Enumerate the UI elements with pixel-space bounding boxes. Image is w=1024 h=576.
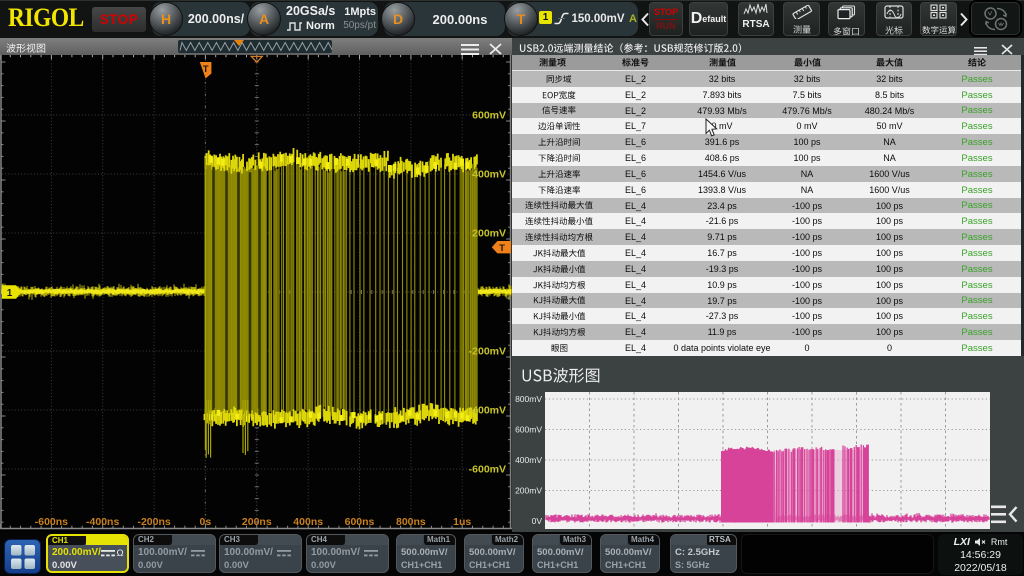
svg-text:T: T bbox=[203, 64, 209, 75]
svg-text:200ns: 200ns bbox=[242, 516, 272, 528]
svg-text:200mV: 200mV bbox=[515, 486, 542, 496]
svg-text:1: 1 bbox=[7, 288, 13, 299]
svg-text:400ns: 400ns bbox=[293, 516, 323, 528]
svg-text:-400ns: -400ns bbox=[86, 516, 119, 528]
svg-text:-600mV: -600mV bbox=[469, 464, 506, 476]
svg-text:800mV: 800mV bbox=[515, 394, 542, 404]
svg-text:0s: 0s bbox=[200, 516, 212, 528]
svg-text:1us: 1us bbox=[453, 516, 471, 528]
svg-text:600mV: 600mV bbox=[515, 425, 542, 435]
svg-text:0V: 0V bbox=[532, 516, 543, 526]
svg-text:-600ns: -600ns bbox=[35, 516, 68, 528]
svg-text:400mV: 400mV bbox=[515, 455, 542, 465]
svg-text:-200ns: -200ns bbox=[137, 516, 170, 528]
svg-text:800ns: 800ns bbox=[396, 516, 426, 528]
svg-text:-400mV: -400mV bbox=[469, 405, 506, 417]
svg-text:600ns: 600ns bbox=[345, 516, 375, 528]
